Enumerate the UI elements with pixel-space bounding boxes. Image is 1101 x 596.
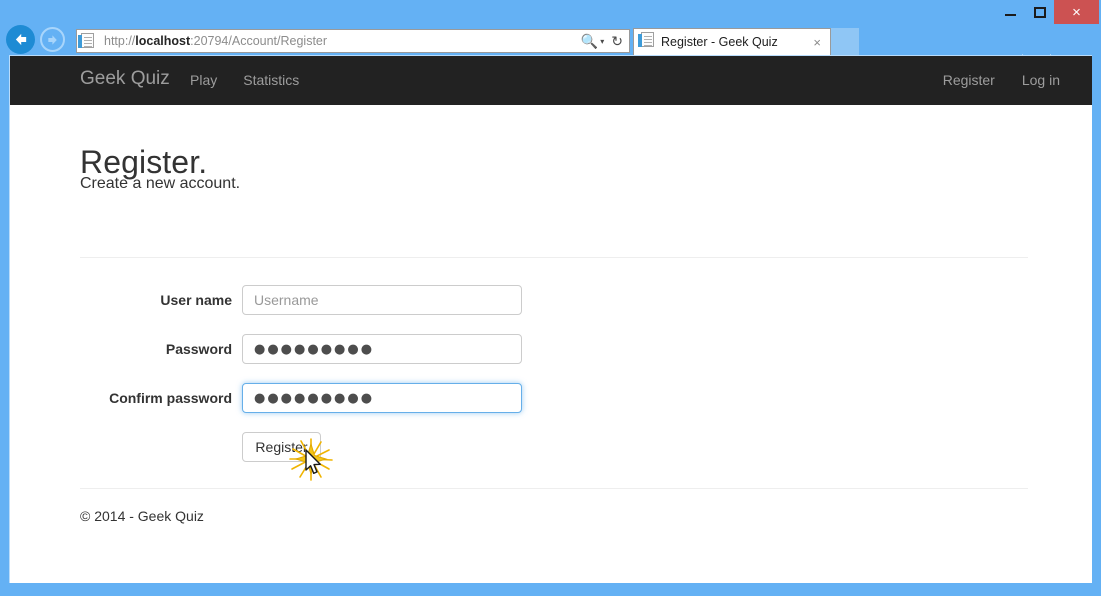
form-row-password: Password ●●●●●●●●● xyxy=(10,334,1092,364)
close-window-button[interactable]: × xyxy=(1054,0,1099,24)
tab-strip: Register - Geek Quiz × xyxy=(633,28,848,55)
address-bar[interactable]: http://localhost:20794/Account/Register … xyxy=(76,29,630,53)
browser-toolbar: http://localhost:20794/Account/Register … xyxy=(0,24,1101,55)
register-submit-button[interactable]: Register xyxy=(242,432,321,462)
account-nav: Register Log in xyxy=(943,72,1060,88)
username-input[interactable] xyxy=(242,285,522,315)
url-text: http://localhost:20794/Account/Register xyxy=(104,34,581,48)
site-navbar: Geek Quiz Play Statistics Register Log i… xyxy=(10,56,1092,105)
new-tab-button[interactable] xyxy=(831,28,859,55)
chevron-down-icon[interactable]: ▾ xyxy=(600,37,604,46)
nav-link-statistics[interactable]: Statistics xyxy=(243,72,299,88)
confirm-password-input[interactable]: ●●●●●●●●● xyxy=(242,383,522,413)
web-page-viewport: Geek Quiz Play Statistics Register Log i… xyxy=(10,56,1092,583)
page-subtitle: Create a new account. xyxy=(80,175,240,193)
back-button[interactable] xyxy=(6,25,35,54)
form-submit-row: Register xyxy=(242,432,321,462)
browser-window: × http://localhost:20794/Account/Registe… xyxy=(0,0,1101,596)
maximize-icon xyxy=(1034,7,1046,18)
title-bar: × xyxy=(0,0,1101,24)
footer-copyright: © 2014 - Geek Quiz xyxy=(80,508,204,524)
confirm-password-masked-value: ●●●●●●●●● xyxy=(254,391,374,406)
minimize-icon xyxy=(1005,14,1016,16)
close-icon: × xyxy=(1072,4,1081,21)
brand-link[interactable]: Geek Quiz xyxy=(80,68,170,90)
form-row-username: User name xyxy=(10,285,1092,315)
password-masked-value: ●●●●●●●●● xyxy=(254,342,374,357)
minimize-button[interactable] xyxy=(996,0,1025,24)
page-icon xyxy=(81,33,99,49)
maximize-button[interactable] xyxy=(1025,0,1054,24)
nav-link-register[interactable]: Register xyxy=(943,72,995,88)
divider-top xyxy=(80,257,1028,258)
label-user-name: User name xyxy=(10,285,232,315)
search-icon[interactable]: 🔍 xyxy=(581,33,598,50)
arrow-left-icon xyxy=(12,31,29,48)
primary-nav: Play Statistics xyxy=(190,72,299,88)
label-confirm-password: Confirm password xyxy=(10,383,232,413)
tab-title: Register - Geek Quiz xyxy=(661,35,813,49)
forward-button[interactable] xyxy=(40,27,65,52)
tab-register-geek-quiz[interactable]: Register - Geek Quiz × xyxy=(633,28,831,55)
password-input[interactable]: ●●●●●●●●● xyxy=(242,334,522,364)
tab-favicon xyxy=(641,32,654,52)
reload-icon[interactable]: ↻ xyxy=(611,33,623,50)
nav-link-login[interactable]: Log in xyxy=(1022,72,1060,88)
tab-close-icon[interactable]: × xyxy=(813,35,821,50)
arrow-right-icon xyxy=(46,33,60,47)
divider-bottom xyxy=(80,488,1028,489)
nav-link-play[interactable]: Play xyxy=(190,72,217,88)
form-row-confirm-password: Confirm password ●●●●●●●●● xyxy=(10,383,1092,413)
label-password: Password xyxy=(10,334,232,364)
